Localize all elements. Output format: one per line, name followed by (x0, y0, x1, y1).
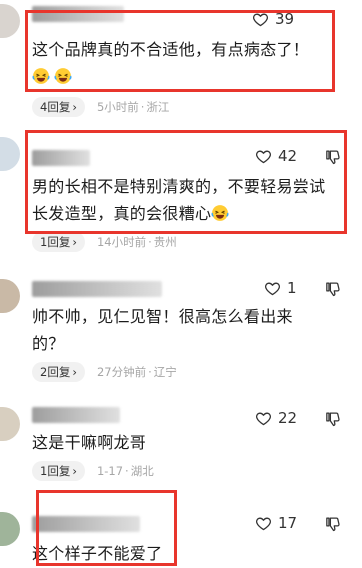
comment-text-content: 这是干嘛啊龙哥 (32, 433, 147, 452)
thumbs-down-icon[interactable] (324, 281, 341, 298)
heart-outline-icon (265, 282, 280, 295)
chevron-right-icon: › (72, 100, 77, 114)
reply-count-label: 4回复 (40, 100, 71, 114)
avatar[interactable] (0, 279, 20, 313)
avatar[interactable] (0, 137, 20, 171)
comment-meta: 2回复 › 27分钟前 · 辽宁 (32, 362, 177, 382)
comment-location: 贵州 (153, 235, 177, 249)
meta-separator: · (148, 365, 152, 379)
avatar[interactable] (0, 4, 20, 38)
reply-count-button[interactable]: 1回复 › (32, 232, 85, 252)
chevron-right-icon: › (72, 365, 77, 379)
username-blurred[interactable] (32, 281, 162, 297)
heart-outline-icon (256, 517, 271, 530)
reply-count-label: 2回复 (40, 365, 71, 379)
chevron-right-icon: › (72, 464, 77, 478)
meta-separator: · (148, 235, 152, 249)
comment-time: 1-17 (96, 464, 124, 478)
thumbs-down-icon[interactable] (324, 516, 341, 533)
comment-location: 浙江 (146, 100, 170, 114)
comment-text-content: 帅不帅，见仁见智！很高怎么看出来的？ (32, 307, 293, 353)
comment-location: 湖北 (130, 464, 154, 478)
comment-item: 22 这是干嘛啊龙哥 1回复 › 1-17 · 湖北 (0, 395, 362, 490)
meta-separator: · (125, 464, 129, 478)
like-button[interactable]: 1 (264, 279, 297, 297)
reply-count-button[interactable]: 2回复 › (32, 362, 85, 382)
comment-meta: 1回复 › 1-17 · 湖北 (32, 461, 154, 481)
avatar[interactable] (0, 407, 20, 441)
comment-text: 这是干嘛啊龙哥 (32, 429, 342, 456)
avatar[interactable] (0, 512, 20, 546)
comment-time: 5小时前 (96, 100, 139, 114)
comment-time: 27分钟前 (96, 365, 147, 379)
comment-item: 1 帅不帅，见仁见智！很高怎么看出来的？ 2回复 › 27分钟前 · 辽宁 (0, 265, 362, 395)
comment-location: 辽宁 (153, 365, 177, 379)
chevron-right-icon: › (72, 235, 77, 249)
heart-outline-icon (256, 412, 271, 425)
comment-time: 14小时前 (96, 235, 147, 249)
like-button[interactable]: 17 (255, 514, 297, 532)
meta-separator: · (140, 100, 145, 114)
reply-count-button[interactable]: 4回复 › (32, 97, 85, 117)
reply-count-button[interactable]: 1回复 › (32, 461, 85, 481)
reply-count-label: 1回复 (40, 464, 71, 478)
like-count: 1 (287, 279, 297, 297)
like-count: 22 (278, 409, 298, 427)
reply-count-label: 1回复 (40, 235, 71, 249)
thumbs-down-icon[interactable] (324, 411, 341, 428)
highlight-box (36, 490, 177, 566)
like-button[interactable]: 22 (255, 409, 297, 427)
highlight-box (25, 130, 347, 234)
username-blurred[interactable] (32, 407, 120, 423)
comment-meta: 1回复 › 14小时前 · 贵州 (32, 232, 177, 252)
comment-text: 帅不帅，见仁见智！很高怎么看出来的？ (32, 303, 322, 357)
comment-meta: 4回复 › 5小时前 · 浙江 (32, 97, 169, 117)
highlight-box (25, 10, 335, 92)
like-count: 17 (278, 514, 298, 532)
